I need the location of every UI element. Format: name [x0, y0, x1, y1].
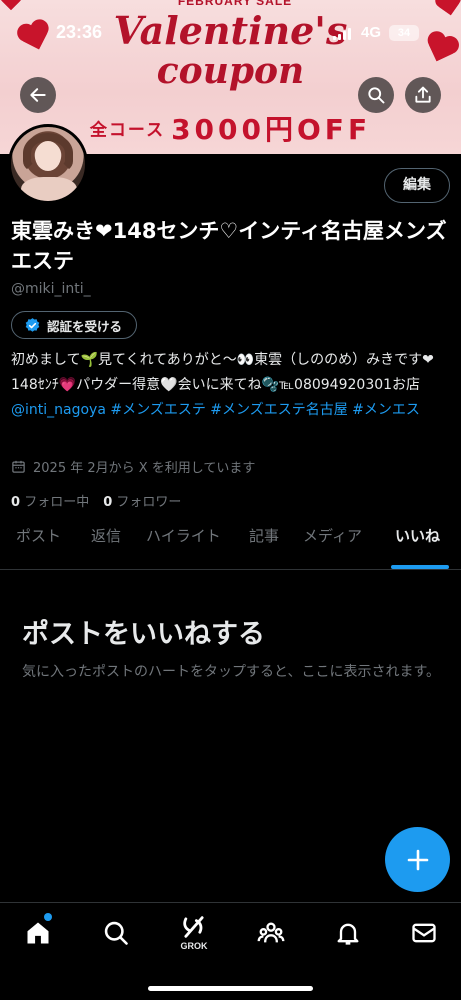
banner-course-label: 全コース	[89, 120, 166, 141]
followers-link[interactable]: 0 フォロワー	[103, 495, 181, 510]
status-time: 23:36	[56, 22, 103, 42]
profile-name: 東雲みき❤148センチ♡インティ名古屋メンズエステ	[11, 219, 447, 273]
search-icon	[104, 921, 128, 945]
battery-icon: 34	[389, 25, 419, 41]
banner-sale-label: FEBRUARY SALE	[177, 0, 293, 8]
notifications-icon	[337, 923, 359, 945]
notification-dot	[44, 913, 52, 921]
follow-stats: 0 フォロー中 0 フォロワー	[11, 491, 181, 510]
following-count: 0	[11, 495, 21, 510]
bio-mention-link[interactable]: @inti_nagoya	[11, 402, 106, 418]
tab-media[interactable]: メディア	[303, 525, 362, 569]
avatar[interactable]	[8, 124, 88, 204]
nav-notifications[interactable]	[332, 917, 364, 949]
nav-messages[interactable]	[408, 917, 440, 949]
banner-discount-amount: 3000円OFF	[171, 113, 372, 146]
home-icon	[27, 922, 49, 944]
calendar-icon	[12, 460, 25, 473]
following-label: フォロー中	[24, 495, 90, 510]
grok-icon	[183, 916, 204, 938]
messages-icon	[412, 923, 436, 943]
bio-text: 初めまして🌱見てくれてありがと〜👀東雲（しののめ）みきです❤ 148ｾﾝﾁ💗パウ…	[11, 352, 434, 393]
tab-highlights[interactable]: ハイライト	[146, 525, 221, 569]
edit-profile-button[interactable]: 編集	[384, 168, 450, 203]
followers-count: 0	[103, 495, 113, 510]
bottom-navigation: GROK	[0, 902, 461, 1000]
network-type: 4G	[361, 24, 382, 41]
active-tab-indicator	[391, 565, 449, 569]
nav-explore[interactable]	[100, 917, 132, 949]
grok-label: GROK	[180, 941, 208, 951]
search-icon	[368, 87, 385, 104]
share-button[interactable]	[405, 77, 441, 113]
communities-icon	[257, 922, 285, 943]
status-bar: 23:36 4G 34	[0, 22, 461, 50]
joined-text: 2025 年 2月から X を利用しています	[33, 461, 256, 476]
tab-posts[interactable]: ポスト	[16, 525, 61, 569]
search-button[interactable]	[358, 77, 394, 113]
compose-button[interactable]	[385, 827, 450, 892]
joined-date: 2025 年 2月から X を利用しています	[11, 457, 255, 476]
profile-bio: 初めまして🌱見てくれてありがと〜👀東雲（しののめ）みきです❤ 148ｾﾝﾁ💗パウ…	[11, 348, 451, 423]
get-verified-button[interactable]: 認証を受ける	[11, 311, 138, 339]
verified-badge-icon	[25, 317, 40, 332]
followers-label: フォロワー	[116, 495, 182, 510]
back-button[interactable]	[20, 77, 56, 113]
empty-state-description: 気に入ったポストのハートをタップすると、ここに表示されます。	[22, 664, 441, 680]
profile-tabs: ポスト 返信 ハイライト 記事 メディア いいね	[0, 525, 461, 570]
signal-icon	[333, 28, 353, 40]
tab-likes[interactable]: いいね	[395, 525, 440, 569]
arrow-left-icon	[30, 88, 46, 102]
nav-communities[interactable]	[255, 917, 287, 949]
tab-articles[interactable]: 記事	[249, 525, 279, 569]
empty-state-title: ポストをいいねする	[22, 619, 265, 650]
get-verified-label: 認証を受ける	[47, 318, 123, 334]
home-indicator[interactable]	[148, 986, 313, 991]
nav-grok[interactable]	[178, 911, 210, 943]
following-link[interactable]: 0 フォロー中	[11, 495, 89, 510]
tab-replies[interactable]: 返信	[91, 525, 121, 569]
profile-handle: @miki_inti_	[11, 281, 91, 297]
nav-home[interactable]	[22, 917, 54, 949]
bio-hashtags[interactable]: #メンズエステ #メンズエステ名古屋 #メンエス	[106, 402, 420, 418]
plus-icon	[407, 849, 428, 870]
share-icon	[415, 86, 431, 103]
